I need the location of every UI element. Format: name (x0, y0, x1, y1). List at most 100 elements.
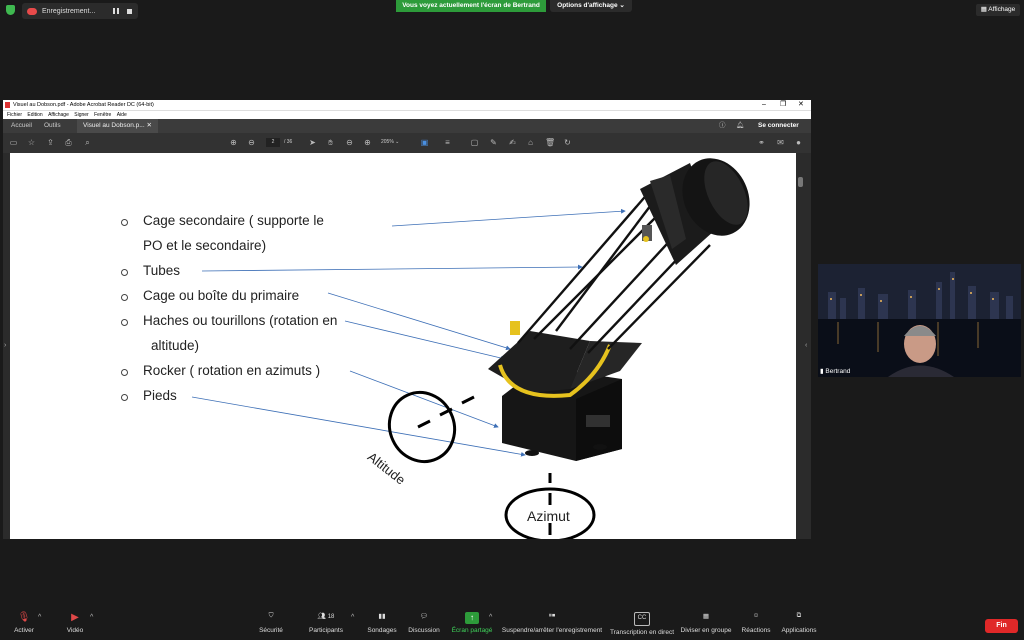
pdf-page: Cage secondaire ( supporte le PO et le s… (10, 153, 796, 539)
toolbar-applications-label: Applications (781, 627, 817, 634)
toolbar-participants[interactable]: 👥︎ 18 Participants (306, 612, 346, 634)
upload-icon[interactable]: ⇪ (46, 138, 55, 147)
bookmark-star-icon[interactable]: ☆ (27, 138, 36, 147)
breakout-rooms-icon: ▦ (702, 613, 710, 620)
zoom-in-icon[interactable]: ⊕ (363, 138, 372, 147)
maximize-icon[interactable]: ❐ (780, 100, 786, 110)
search-icon[interactable]: ⌕ (83, 138, 92, 147)
recording-indicator[interactable]: Enregistrement... (22, 3, 138, 19)
share-chevron-icon[interactable]: ^ (489, 614, 492, 621)
participant-name-tag: ▮ Bertrand (820, 368, 851, 375)
tab-document[interactable]: Visuel au Dobson.p... ✕ (77, 119, 158, 133)
toolbar-activer-label: Activer (14, 627, 34, 634)
toolbar-video[interactable]: ▶︎ Vidéo (62, 612, 88, 634)
toolbar-video-label: Vidéo (66, 627, 84, 634)
select-cursor-icon[interactable]: ➤ (308, 138, 317, 147)
toolbar-participants-label: Participants (309, 627, 343, 634)
toolbar-securite[interactable]: ⛉ Sécurité (256, 612, 286, 634)
page-number-input[interactable]: 2 (266, 138, 280, 147)
toolbar-sondages[interactable]: ▮▮ Sondages (366, 612, 398, 634)
audio-options-chevron-icon[interactable]: ^ (38, 614, 41, 621)
scrollbar-thumb[interactable] (798, 177, 803, 187)
tab-outils[interactable]: Outils (44, 119, 61, 133)
participants-icon: 👥︎ 18 (317, 613, 335, 620)
help-icon[interactable]: ⓘ (719, 119, 726, 133)
close-icon[interactable]: ✕ (798, 100, 804, 110)
window-titlebar: Visuel au Dobson.pdf - Adobe Acrobat Rea… (3, 100, 811, 110)
apps-icon: ⧉ (796, 612, 802, 619)
menu-signer[interactable]: Signer (74, 112, 88, 118)
toolbar-discussion[interactable]: 💬︎ Discussion (406, 612, 442, 634)
rotate-icon[interactable]: ↻ (563, 138, 572, 147)
view-options-button[interactable]: Options d'affichage ⌄ (550, 0, 632, 12)
minimize-icon[interactable]: – (762, 100, 766, 110)
scroll-mode-icon[interactable]: ≡ (443, 138, 452, 147)
vertical-scrollbar[interactable] (797, 153, 805, 539)
menu-bar: Fichier Edition Affichage Signer Fenêtre… (3, 110, 811, 119)
video-options-chevron-icon[interactable]: ^ (90, 614, 93, 621)
fit-page-icon[interactable]: ▣ (420, 138, 429, 147)
toolbar-reactions[interactable]: ☺ Réactions (740, 612, 772, 634)
participant-video[interactable]: ▮ Bertrand (818, 264, 1021, 377)
tab-bar: Accueil Outils Visuel au Dobson.p... ✕ ⓘ… (3, 119, 811, 133)
end-meeting-button[interactable]: Fin (985, 619, 1018, 633)
zoom-level[interactable]: 205% ⌄ (381, 138, 409, 147)
tab-document-label: Visuel au Dobson.p... (83, 122, 145, 129)
hand-tool-icon[interactable]: ✋︎ (326, 138, 335, 147)
toolbar-activer[interactable]: 🎙︎ Activer (10, 612, 38, 634)
toolbar-suspendre-label: Suspendre/arrêter l'enregistrement (501, 627, 603, 634)
zoom-out-icon[interactable]: ⊖ (345, 138, 354, 147)
toolbar-diviser-label: Diviser en groupe (680, 627, 732, 634)
stamp-icon[interactable]: ⌂ (526, 138, 535, 147)
poll-chart-icon: ▮▮ (378, 613, 386, 620)
security-shield-icon (6, 5, 15, 15)
toolbar-securite-label: Sécurité (259, 627, 283, 634)
acrobat-toolbar: ▭ ☆ ⇪ ⎙ ⌕ ⊕ ⊖ 2 / 36 ➤ ✋︎ ⊖ ⊕ 205% ⌄ ▣ ≡… (3, 133, 811, 153)
tab-accueil[interactable]: Accueil (11, 119, 32, 133)
page-up-icon[interactable]: ⊕ (229, 138, 238, 147)
print-icon[interactable]: ⎙ (64, 138, 73, 147)
comment-icon[interactable]: ▢ (470, 138, 479, 147)
collapse-right-icon[interactable]: ‹ (805, 342, 807, 349)
shield-icon: ⛉ (268, 612, 274, 619)
participants-chevron-icon[interactable]: ^ (351, 614, 354, 621)
view-button[interactable]: ▦ Affichage (976, 4, 1020, 16)
sign-icon[interactable]: ✍︎ (508, 138, 517, 147)
sign-in-button[interactable]: Se connecter (758, 119, 799, 133)
stop-recording-icon[interactable] (127, 8, 132, 14)
menu-fichier[interactable]: Fichier (7, 112, 22, 118)
toolbar-ecran-partage[interactable]: ↑ Écran partagé (450, 612, 494, 634)
menu-fenetre[interactable]: Fenêtre (94, 112, 111, 118)
toolbar-diviser[interactable]: ▦ Diviser en groupe (680, 612, 732, 634)
toolbar-transcription[interactable]: CC Transcription en direct (608, 612, 676, 636)
toolbar-sondages-label: Sondages (367, 627, 397, 634)
account-icon[interactable]: ● (794, 138, 803, 147)
trash-icon[interactable]: 🗑︎ (545, 138, 555, 147)
menu-aide[interactable]: Aide (117, 112, 127, 118)
bell-icon[interactable]: 🔔︎ (736, 119, 744, 133)
mail-icon[interactable]: ✉ (776, 138, 785, 147)
save-icon[interactable]: ▭ (9, 138, 18, 147)
cloud-record-icon (27, 7, 37, 15)
share-link-icon[interactable]: ⚭ (757, 138, 766, 147)
view-options-label: Options d'affichage (557, 2, 618, 9)
toolbar-suspendre[interactable]: ⏸︎⏹︎ Suspendre/arrêter l'enregistrement (501, 612, 603, 634)
toolbar-discussion-label: Discussion (408, 627, 440, 634)
toolbar-applications[interactable]: ⧉ Applications (780, 612, 818, 634)
meeting-toolbar: 🎙︎ Activer ^ ▶︎ Vidéo ^ ⛉ Sécurité 👥︎ 18… (0, 610, 1024, 640)
collapse-left-icon[interactable]: › (4, 342, 6, 349)
telescope (488, 158, 750, 461)
acrobat-window: Visuel au Dobson.pdf - Adobe Acrobat Rea… (3, 100, 811, 539)
menu-edition[interactable]: Edition (27, 112, 42, 118)
acrobat-app-icon (5, 102, 10, 108)
toolbar-reactions-label: Réactions (741, 627, 771, 634)
pause-recording-icon[interactable] (113, 8, 119, 14)
tab-close-icon[interactable]: ✕ (146, 122, 151, 129)
menu-affichage[interactable]: Affichage (48, 112, 69, 118)
muted-microphone-icon: 🎙︎ (17, 612, 31, 623)
window-title: Visuel au Dobson.pdf - Adobe Acrobat Rea… (13, 102, 154, 108)
page-down-icon[interactable]: ⊖ (247, 138, 256, 147)
pen-icon[interactable]: ✎ (489, 138, 498, 147)
altitude-circle (387, 391, 457, 463)
emoji-reaction-icon: ☺ (752, 612, 760, 619)
